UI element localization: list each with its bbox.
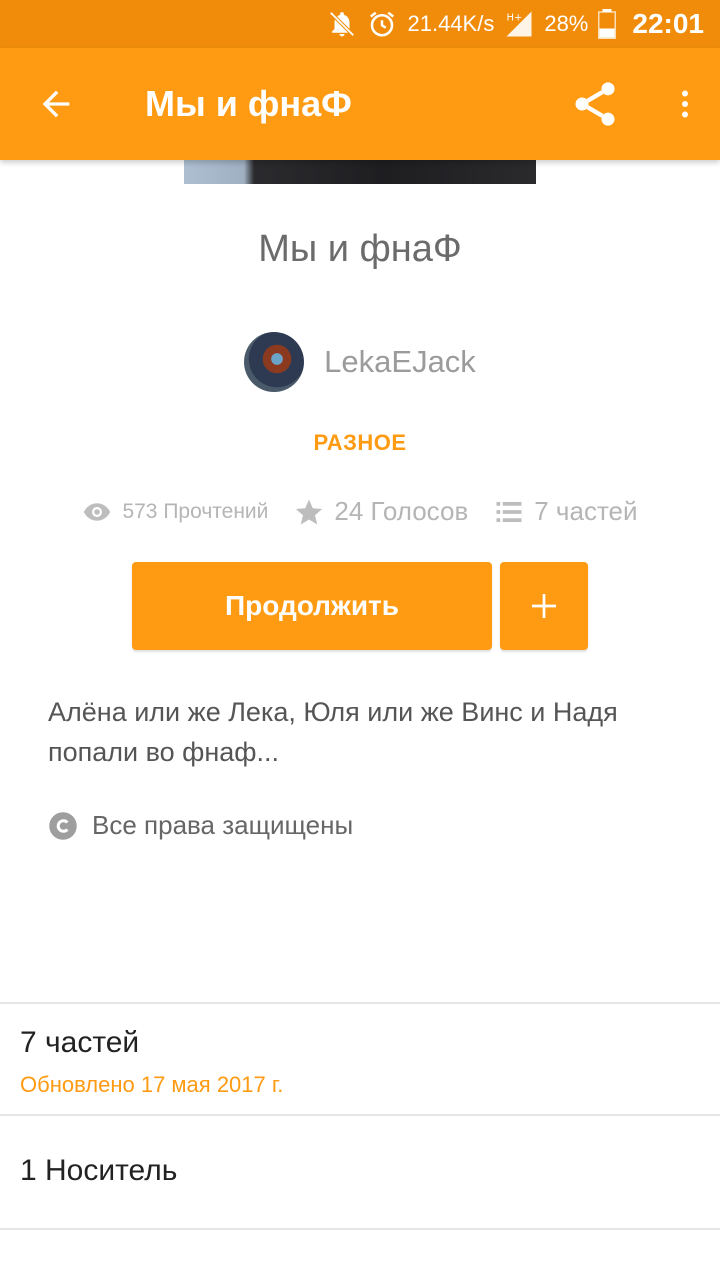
story-stats: 573 Прочтений 24 Голосов 7 частей — [0, 496, 720, 527]
clock: 22:01 — [632, 8, 704, 39]
author-link[interactable]: LekaEJack — [0, 332, 720, 392]
share-button[interactable] — [540, 48, 650, 160]
copyright-notice: Все права защищены — [48, 810, 353, 841]
category-label[interactable]: РАЗНОЕ — [0, 430, 720, 456]
eye-icon — [84, 502, 111, 521]
star-icon — [296, 499, 323, 524]
avatar[interactable] — [244, 332, 305, 392]
carrier-row[interactable]: 1 Носитель — [20, 1154, 177, 1188]
reads-stat: 573 Прочтений — [82, 497, 268, 527]
list-icon — [496, 501, 522, 522]
share-icon — [575, 82, 615, 126]
votes-count: 24 Голосов — [334, 496, 469, 526]
divider — [0, 1228, 720, 1230]
divider — [0, 1114, 720, 1116]
app-bar-title: Мы и фнаФ — [145, 83, 352, 124]
signal-icon: H+ — [504, 9, 534, 39]
add-to-library-button[interactable] — [500, 562, 588, 650]
story-title: Мы и фнаФ — [258, 228, 462, 270]
votes-stat: 24 Голосов — [294, 496, 468, 527]
bell-off-icon — [327, 9, 357, 39]
table-of-contents-row[interactable]: 7 частей Обновлено 17 мая 2017 г. — [20, 1026, 283, 1098]
battery-icon — [598, 9, 617, 39]
svg-text:H+: H+ — [507, 12, 523, 23]
more-vert-icon — [682, 90, 688, 118]
copyright-text: Все права защищены — [92, 810, 354, 840]
updated-date: Обновлено 17 мая 2017 г. — [20, 1072, 284, 1097]
author-name[interactable]: LekaEJack — [324, 344, 476, 380]
app-bar: Мы и фнаФ — [0, 48, 720, 160]
alarm-icon — [367, 9, 397, 39]
copyright-icon — [49, 811, 77, 840]
cover-image[interactable] — [184, 160, 536, 184]
plus-icon — [532, 594, 556, 618]
divider — [0, 1002, 720, 1004]
more-options-button[interactable] — [650, 48, 720, 160]
reads-count: 573 Прочтений — [122, 499, 269, 523]
story-description: Алёна или же Лека, Юля или же Винс и Над… — [48, 697, 618, 767]
network-speed: 21.44K/s — [407, 11, 495, 36]
battery-percent: 28% — [544, 11, 589, 36]
status-bar: 21.44K/s H+ 28% 22:01 — [0, 0, 720, 48]
continue-reading-button[interactable]: Продолжить — [132, 562, 492, 650]
parts-count: 7 частей — [534, 496, 638, 526]
parts-title: 7 частей — [20, 1026, 140, 1059]
parts-stat: 7 частей — [494, 496, 638, 527]
